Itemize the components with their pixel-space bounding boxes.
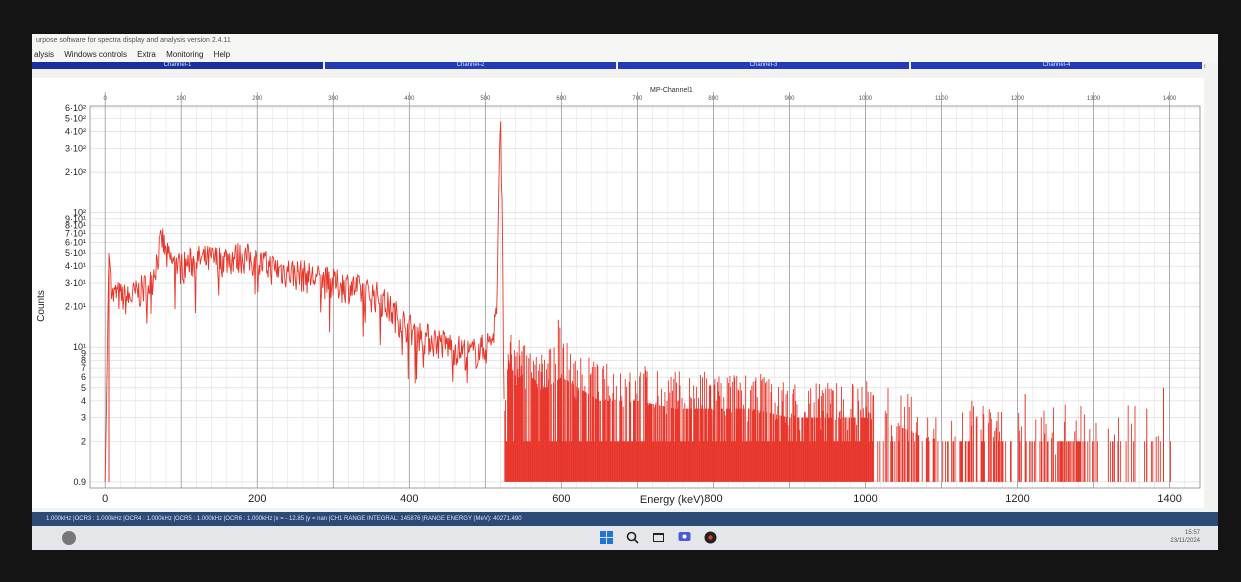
top-tick-label: 100 xyxy=(176,96,187,102)
y-tick-label: 5 xyxy=(81,383,86,393)
menu-analysis[interactable]: alysis xyxy=(34,48,54,62)
chat-icon[interactable] xyxy=(678,531,691,544)
top-tick-label: 600 xyxy=(556,96,567,102)
top-tick-label: 500 xyxy=(480,96,491,102)
tab-channel-1[interactable]: Channel-1 xyxy=(32,62,325,69)
tab-channel-3[interactable]: Channel-3 xyxy=(618,62,911,69)
top-tick-label: 1300 xyxy=(1087,96,1101,102)
y-tick-label: 3·10² xyxy=(65,143,86,153)
y-tick-label: 5·10¹ xyxy=(65,248,86,258)
menu-monitoring[interactable]: Monitoring xyxy=(166,48,203,62)
power-icon[interactable] xyxy=(62,531,76,545)
y-tick-label: 5·10² xyxy=(65,114,86,124)
plot-subtitle: MP-Channel1 xyxy=(650,87,693,94)
tab-channel-4[interactable]: Channel-4 xyxy=(911,62,1204,69)
x-tick-label: 800 xyxy=(704,493,722,505)
menu-windows-controls[interactable]: Windows controls xyxy=(64,48,127,62)
top-tick-label: 900 xyxy=(784,96,795,102)
x-tick-label: 200 xyxy=(248,493,266,505)
clock-time: 15:57 xyxy=(1184,530,1200,536)
top-tick-label: 1100 xyxy=(935,96,949,102)
app-icon[interactable] xyxy=(704,531,717,544)
tab-channel-2[interactable]: Channel-2 xyxy=(325,62,618,69)
spectrum-plot-area[interactable]: 0 100 200 300 400 500 600 700 800 900 1000 1100 1200… xyxy=(32,78,1204,508)
y-tick-label: 2·10¹ xyxy=(65,302,86,312)
y-tick-label: 10¹ xyxy=(73,342,86,352)
system-clock[interactable]: 15:57 23/11/2024 xyxy=(1170,529,1200,545)
x-tick-label: 400 xyxy=(400,493,418,505)
y-tick-label: 6·10¹ xyxy=(65,238,86,248)
menu-bar: alysis Windows controls Extra Monitoring… xyxy=(32,48,1218,62)
spectrum-chart[interactable]: 0 100 200 300 400 500 600 700 800 900 1000 1100 1200… xyxy=(32,78,1204,508)
y-tick-label: 4·10¹ xyxy=(65,261,86,271)
menu-extra[interactable]: Extra xyxy=(137,48,156,62)
x-tick-label: 1200 xyxy=(1005,493,1029,505)
y-tick-label: 2 xyxy=(81,436,86,446)
top-tick-label: 1400 xyxy=(1163,96,1177,102)
search-icon[interactable] xyxy=(626,531,639,544)
x-tick-label: 1400 xyxy=(1157,493,1181,505)
x-tick-label: 600 xyxy=(552,493,570,505)
taskbar: 15:57 23/11/2024 xyxy=(32,526,1218,550)
x-tick-label: 0 xyxy=(102,493,108,505)
top-tick-label: 400 xyxy=(404,96,415,102)
channel-tabs: Channel-1 Channel-2 Channel-3 Channel-4 xyxy=(32,62,1204,74)
y-tick-label: 10² xyxy=(73,208,86,218)
top-tick-label: 200 xyxy=(252,96,263,102)
clock-date: 23/11/2024 xyxy=(1170,538,1200,544)
top-tick-label: 700 xyxy=(632,96,643,102)
x-axis-label: Energy (keV) xyxy=(640,494,704,506)
windows-start-icon[interactable] xyxy=(600,531,613,544)
y-tick-label: 2·10² xyxy=(65,167,86,177)
y-tick-label: 4·10² xyxy=(65,127,86,137)
y-tick-label: 4 xyxy=(81,396,86,406)
window-title: urpose software for spectra display and … xyxy=(32,34,1218,48)
monitor-screen: urpose software for spectra display and … xyxy=(32,34,1218,550)
y-tick-label: 3·10¹ xyxy=(65,278,86,288)
top-tick-label: 300 xyxy=(328,96,339,102)
status-bar: 1.000kHz |OCR3 : 1.000kHz |OCR4 : 1.000k… xyxy=(32,512,1218,526)
y-tick-label: 6·10² xyxy=(65,103,86,113)
y-tick-label: 3 xyxy=(81,413,86,423)
x-tick-label: 1000 xyxy=(853,493,877,505)
taskview-icon[interactable] xyxy=(652,531,665,544)
y-axis-label: Counts xyxy=(36,290,47,322)
top-tick-label: 1000 xyxy=(859,96,873,102)
menu-help[interactable]: Help xyxy=(214,48,230,62)
top-tick-label: 800 xyxy=(708,96,719,102)
y-tick-label: 6 xyxy=(81,372,86,382)
top-tick-label: 1200 xyxy=(1011,96,1025,102)
y-tick-label: 0.9 xyxy=(73,477,86,487)
